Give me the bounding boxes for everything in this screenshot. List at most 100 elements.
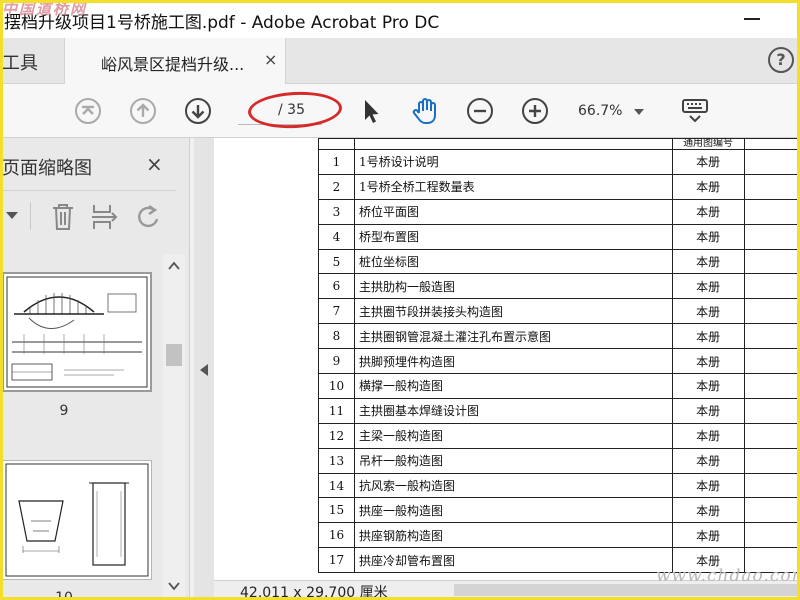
- row-number: 12: [318, 422, 355, 449]
- collapse-arrow-icon: [200, 364, 208, 376]
- drawing-name: 主拱圈基本焊缝设计图: [353, 397, 673, 424]
- thumbnail-drawing: [5, 463, 149, 577]
- table-header-row: 通用图编号: [318, 138, 800, 150]
- previous-page-button[interactable]: [129, 97, 157, 125]
- scroll-up-icon[interactable]: [168, 260, 180, 272]
- drawing-name: 桥型布置图: [353, 223, 673, 250]
- row-number: 4: [318, 223, 355, 250]
- zoom-out-button[interactable]: [466, 97, 494, 125]
- table-row: 9 拱脚预埋件构造图 本册: [318, 348, 800, 375]
- volume-cell: 本册: [671, 373, 745, 399]
- volume-cell: 本册: [671, 472, 745, 499]
- table-row: 13 吊杆一般构造图 本册: [318, 447, 800, 474]
- row-number: 17: [318, 547, 355, 574]
- select-arrow-tool-icon[interactable]: [357, 97, 385, 125]
- row-number: 11: [318, 397, 355, 424]
- header-cell: 通用图编号: [671, 138, 745, 150]
- table-row: 14 抗风索一般构造图 本册: [318, 472, 800, 499]
- drawing-name: 主拱圈节段拼装接头构造图: [353, 298, 673, 325]
- volume-cell: 本册: [671, 522, 745, 549]
- drawing-name: 1号桥全桥工程数量表: [353, 173, 673, 200]
- table-row: 4 桥型布置图 本册: [318, 223, 800, 250]
- drawing-name: 拱座钢筋构造图: [353, 522, 673, 549]
- volume-cell: 本册: [671, 173, 745, 200]
- first-page-button[interactable]: [74, 97, 102, 125]
- zoom-in-button[interactable]: [521, 97, 549, 125]
- volume-cell: 本册: [671, 348, 745, 375]
- watermark-top: 中国道桥网: [2, 0, 88, 18]
- empty-cell: [743, 348, 800, 375]
- empty-cell: [743, 198, 800, 225]
- thumbnail-page-number: 9: [59, 403, 69, 419]
- volume-cell: 本册: [671, 248, 745, 275]
- row-number: 8: [318, 323, 355, 350]
- empty-cell: [743, 373, 800, 399]
- panel-title: 页面缩略图: [2, 158, 92, 179]
- volume-cell: 本册: [671, 497, 745, 524]
- document-page: 通用图编号 1 1号桥设计说明 本册 2 1号桥全桥工程数量表 本册 3 桥位平面图 本册 4 桥型…: [214, 138, 800, 580]
- drawing-name: 1号桥设计说明: [353, 149, 673, 175]
- table-row: 11 主拱圈基本焊缝设计图 本册: [318, 397, 800, 424]
- empty-cell: [743, 173, 800, 200]
- document-view[interactable]: 通用图编号 1 1号桥设计说明 本册 2 1号桥全桥工程数量表 本册 3 桥位平面图 本册 4 桥型…: [214, 138, 800, 580]
- volume-cell: 本册: [671, 323, 745, 350]
- page-dimensions: 42.011 x 29.700 厘米: [240, 585, 388, 600]
- table-row: 10 横撑一般构造图 本册: [318, 373, 800, 399]
- next-page-button[interactable]: [184, 97, 212, 125]
- scrollbar-thumb[interactable]: [166, 344, 182, 366]
- empty-cell: [743, 298, 800, 325]
- panel-close-button[interactable]: ×: [146, 152, 163, 176]
- drawing-name: 主拱肋构一般造图: [353, 273, 673, 300]
- panel-tools: [0, 200, 176, 234]
- row-number: 13: [318, 447, 355, 474]
- table-row: 12 主梁一般构造图 本册: [318, 422, 800, 449]
- row-number: 16: [318, 522, 355, 549]
- drawing-name: 吊杆一般构造图: [353, 447, 673, 474]
- empty-cell: [743, 522, 800, 549]
- empty-cell: [743, 497, 800, 524]
- empty-cell: [743, 447, 800, 474]
- table-row: 2 1号桥全桥工程数量表 本册: [318, 173, 800, 200]
- drawing-name: 主拱圈钢管混凝土灌注孔布置示意图: [353, 323, 673, 350]
- trash-icon[interactable]: [50, 202, 76, 232]
- tab-close-button[interactable]: ×: [264, 50, 277, 69]
- tab-document[interactable]: 峪风景区提档升级... ×: [64, 38, 286, 84]
- volume-cell: 本册: [671, 198, 745, 225]
- empty-cell: [743, 422, 800, 449]
- minimize-button[interactable]: [744, 18, 760, 20]
- drawing-name: 拱座一般构造图: [353, 497, 673, 524]
- table-row: 16 拱座钢筋构造图 本册: [318, 522, 800, 549]
- keyboard-icon[interactable]: [680, 97, 710, 125]
- extract-pages-icon[interactable]: [90, 202, 118, 232]
- thumbnails-panel: 页面缩略图 × 9 10: [0, 138, 190, 600]
- zoom-value: 66.7%: [578, 103, 623, 119]
- row-number: 7: [318, 298, 355, 325]
- title-bar: 摆档升级项目1号桥施工图.pdf - Adobe Acrobat Pro DC …: [0, 0, 800, 38]
- help-button[interactable]: ?: [768, 47, 794, 73]
- rotate-icon[interactable]: [134, 203, 162, 231]
- row-number: 9: [318, 348, 355, 375]
- drawing-name: 主梁一般构造图: [353, 422, 673, 449]
- drawing-name: 桥位平面图: [353, 198, 673, 225]
- tab-tools-label: 工具: [2, 53, 38, 74]
- hand-tool-icon[interactable]: [410, 97, 442, 125]
- row-number: 1: [318, 149, 355, 175]
- zoom-dropdown[interactable]: 66.7%: [574, 98, 650, 124]
- watermark-bottom: www.chdao.com: [656, 566, 800, 586]
- drawing-name: 桩位坐标图: [353, 248, 673, 275]
- thumbnail-page-number: 10: [55, 590, 73, 600]
- drawing-index-table: 通用图编号 1 1号桥设计说明 本册 2 1号桥全桥工程数量表 本册 3 桥位平面图 本册 4 桥型…: [318, 138, 800, 574]
- options-chevron-icon[interactable]: [6, 212, 18, 220]
- scroll-down-icon[interactable]: [168, 580, 180, 592]
- drawing-name: 拱脚预埋件构造图: [353, 348, 673, 375]
- row-number: 6: [318, 273, 355, 300]
- panel-collapse-handle[interactable]: [194, 138, 214, 600]
- page-toolbar: / 35 66.7%: [0, 84, 800, 138]
- table-row: 6 主拱肋构一般造图 本册: [318, 273, 800, 300]
- panel-scrollbar[interactable]: [163, 254, 185, 600]
- thumbnail-page[interactable]: [2, 460, 152, 580]
- drawing-name: 拱座冷却管布置图: [353, 547, 673, 574]
- tab-tools[interactable]: 工具: [0, 38, 62, 84]
- thumbnail-page[interactable]: [2, 272, 152, 392]
- empty-cell: [743, 323, 800, 350]
